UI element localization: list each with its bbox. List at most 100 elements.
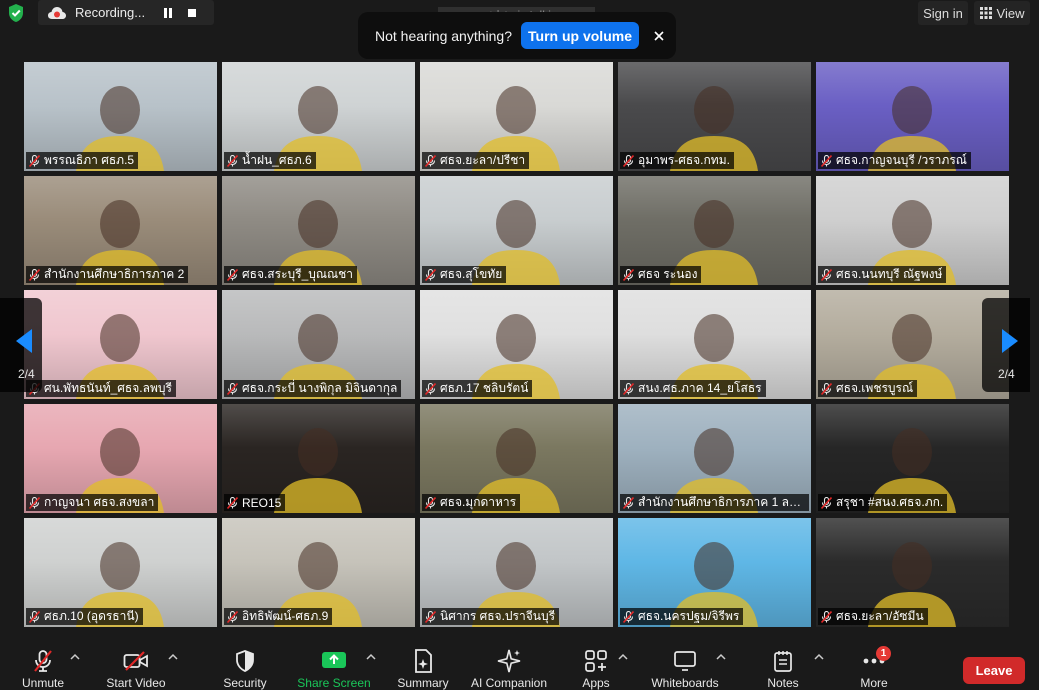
participant-name: ศธจ.ยะลา/ปรีชา <box>440 153 526 167</box>
participant-tile[interactable]: ศธจ ระนอง <box>618 176 811 285</box>
recording-label: Recording... <box>75 5 146 20</box>
participant-name-tag: ศธจ.นนทบุรี ณัฐพงษ์ <box>818 266 947 283</box>
participant-name: สรุชา #สนง.ศธจ.ภก. <box>836 495 944 509</box>
participant-tile[interactable]: ศธจ.นครปฐม/จิรีพร <box>618 518 811 627</box>
participant-tile[interactable]: ศธจ.ยะลา/อัซมีน <box>816 518 1009 627</box>
whiteboards-options-caret-icon[interactable] <box>716 653 726 661</box>
participant-name: ศธจ ระนอง <box>638 267 698 281</box>
start-video-label: Start Video <box>106 676 166 690</box>
participant-name: สนง.ศธ.ภาค 14_ยโสธร <box>638 381 762 395</box>
participant-name-tag: กาญจนา ศธจ.สงขลา <box>26 494 159 511</box>
recording-indicator: Recording... <box>38 0 214 25</box>
microphone-muted-icon <box>34 650 52 672</box>
unmute-button[interactable]: Unmute <box>18 635 68 690</box>
sign-in-button[interactable]: Sign in <box>918 1 968 25</box>
summary-button[interactable]: Summary <box>394 635 452 690</box>
participant-tile[interactable]: REO15 <box>222 404 415 513</box>
participant-name: ศธจ.เพชรบูรณ์ <box>836 381 914 395</box>
whiteboards-label: Whiteboards <box>651 676 719 690</box>
leave-button[interactable]: Leave <box>963 657 1025 684</box>
participant-tile[interactable]: ศธภ.10 (อุดรธานี) <box>24 518 217 627</box>
notes-button[interactable]: Notes <box>762 635 804 690</box>
participant-tile[interactable]: ศธจ.กาญจนบุรี /วราภรณ์ <box>816 62 1009 171</box>
participant-tile[interactable]: ศน.พัทธนันท์_ศธจ.ลพบุรี <box>24 290 217 399</box>
previous-page-button[interactable]: 2/4 <box>0 298 42 392</box>
participant-tile[interactable]: กาญจนา ศธจ.สงขลา <box>24 404 217 513</box>
participant-tile[interactable]: อุมาพร-ศธจ.กทม. <box>618 62 811 171</box>
apps-options-caret-icon[interactable] <box>618 653 628 661</box>
share-screen-button[interactable]: Share Screen <box>296 635 372 690</box>
participant-name: สำนักงานศึกษาธิการภาค 1 ลพบุรี <box>638 495 805 509</box>
participant-tile[interactable]: อิทธิพัฒน์-ศธภ.9 <box>222 518 415 627</box>
participant-name-tag: ศธจ.กาญจนบุรี /วราภรณ์ <box>818 152 971 169</box>
participant-tile[interactable]: น้ำฝน_ศธภ.6 <box>222 62 415 171</box>
ai-companion-label: AI Companion <box>470 676 548 690</box>
participant-name-tag: ศธภ.17 ชลิบรัตน์ <box>422 380 533 397</box>
muted-microphone-icon <box>425 496 436 509</box>
apps-button[interactable]: Apps <box>576 635 616 690</box>
participant-tile[interactable]: สำนักงานศึกษาธิการภาค 2 <box>24 176 217 285</box>
participant-tile[interactable]: ศธภ.17 ชลิบรัตน์ <box>420 290 613 399</box>
participant-name-tag: สำนักงานศึกษาธิการภาค 2 <box>26 266 189 283</box>
notes-options-caret-icon[interactable] <box>814 653 824 661</box>
participant-name: ศธจ.ยะลา/อัซมีน <box>836 609 924 623</box>
participant-name-tag: ศธภ.10 (อุดรธานี) <box>26 608 143 625</box>
participant-name: ศธจ.นนทบุรี ณัฐพงษ์ <box>836 267 943 281</box>
more-label: More <box>860 676 888 690</box>
toast-close-button[interactable] <box>651 28 667 44</box>
participant-tile[interactable]: ศธจ.เพชรบูรณ์ <box>816 290 1009 399</box>
security-button[interactable]: Security <box>218 635 272 690</box>
muted-microphone-icon <box>623 268 634 281</box>
muted-microphone-icon <box>425 610 436 623</box>
pause-recording-button[interactable] <box>157 2 179 24</box>
participant-tile[interactable]: ศธจ.สุโขทัย <box>420 176 613 285</box>
security-label: Security <box>223 676 267 690</box>
more-button[interactable]: 1 More <box>852 635 896 690</box>
participant-tile[interactable]: ศธจ.ยะลา/ปรีชา <box>420 62 613 171</box>
participant-name-tag: อุมาพร-ศธจ.กทม. <box>620 152 734 169</box>
participant-name-tag: อิทธิพัฒน์-ศธภ.9 <box>224 608 333 625</box>
participant-name-tag: สรุชา #สนง.ศธจ.ภก. <box>818 494 948 511</box>
muted-microphone-icon <box>821 496 832 509</box>
participant-tile[interactable]: สนง.ศธ.ภาค 14_ยโสธร <box>618 290 811 399</box>
start-video-button[interactable]: Start Video <box>104 635 168 690</box>
muted-microphone-icon <box>227 496 238 509</box>
muted-microphone-icon <box>29 154 40 167</box>
participant-tile[interactable]: นิศากร ศธจ.ปราจีนบุรี <box>420 518 613 627</box>
unmute-label: Unmute <box>21 676 65 690</box>
participant-tile[interactable]: ศธจ.นนทบุรี ณัฐพงษ์ <box>816 176 1009 285</box>
participant-name-tag: ศน.พัทธนันท์_ศธจ.ลพบุรี <box>26 380 176 397</box>
muted-microphone-icon <box>425 268 436 281</box>
participant-name-tag: น้ำฝน_ศธภ.6 <box>224 152 316 169</box>
muted-microphone-icon <box>425 154 436 167</box>
next-page-button[interactable]: 2/4 <box>982 298 1030 392</box>
ai-companion-button[interactable]: AI Companion <box>468 635 550 690</box>
summary-label: Summary <box>397 676 449 690</box>
share-screen-icon <box>322 652 346 668</box>
notes-label: Notes <box>767 676 799 690</box>
participant-name: ศธจ.สระบุรี_บุณณชา <box>242 267 354 281</box>
participant-tile[interactable]: ศธจ.กระบี่ นางพิกุล มิจินดากุล <box>222 290 415 399</box>
close-icon <box>654 30 664 41</box>
participant-name: อิทธิพัฒน์-ศธภ.9 <box>242 609 329 623</box>
chevron-left-icon <box>16 329 32 353</box>
participant-tile[interactable]: ศธจ.มุกดาหาร <box>420 404 613 513</box>
share-options-caret-icon[interactable] <box>366 653 376 661</box>
stop-recording-button[interactable] <box>181 2 203 24</box>
participant-name: ศน.พัทธนันท์_ศธจ.ลพบุรี <box>44 381 172 395</box>
muted-microphone-icon <box>227 382 238 395</box>
participant-tile[interactable]: สรุชา #สนง.ศธจ.ภก. <box>816 404 1009 513</box>
participant-tile[interactable]: สำนักงานศึกษาธิการภาค 1 ลพบุรี <box>618 404 811 513</box>
turn-up-volume-button[interactable]: Turn up volume <box>521 22 639 49</box>
view-button[interactable]: View <box>974 1 1030 25</box>
participant-tile[interactable]: ศธจ.สระบุรี_บุณณชา <box>222 176 415 285</box>
participant-name-tag: ศธจ.เพชรบูรณ์ <box>818 380 918 397</box>
video-options-caret-icon[interactable] <box>168 653 178 661</box>
participant-tile[interactable]: พรรณธิภา ศธภ.5 <box>24 62 217 171</box>
summary-icon <box>415 649 432 673</box>
participant-name-tag: ศธจ.นครปฐม/จิรีพร <box>620 608 744 625</box>
whiteboards-button[interactable]: Whiteboards <box>648 635 722 690</box>
audio-options-caret-icon[interactable] <box>70 653 80 661</box>
participant-name: ศธจ.มุกดาหาร <box>440 495 517 509</box>
encryption-shield-icon[interactable] <box>7 3 25 23</box>
